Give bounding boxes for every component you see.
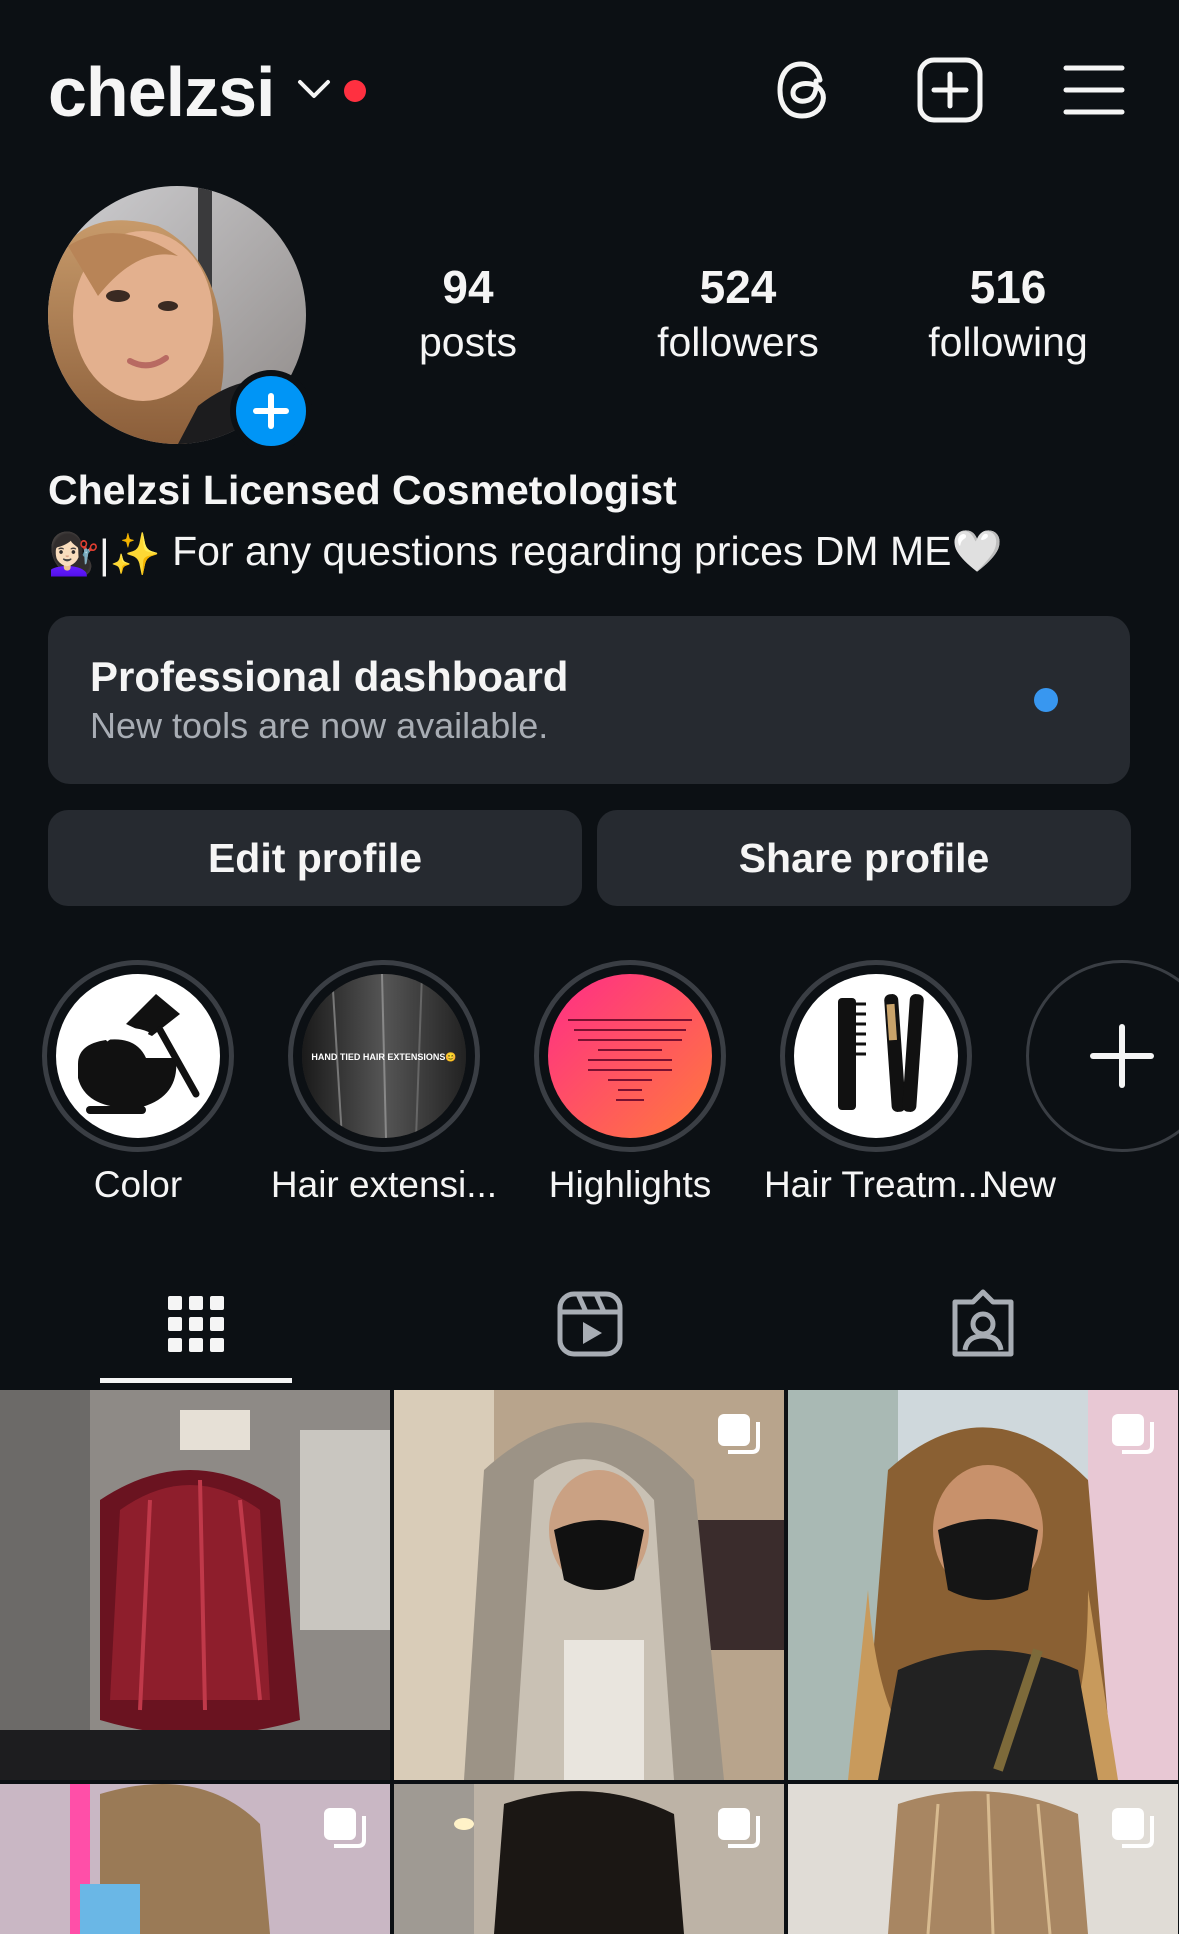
hair-extensions-photo: HAND TIED HAIR EXTENSIONS😊 [302, 974, 466, 1138]
plus-icon [1090, 1024, 1154, 1088]
post-thumbnail[interactable] [788, 1390, 1178, 1780]
following-count[interactable]: 516 following [898, 258, 1118, 368]
dashboard-title: Professional dashboard [90, 653, 569, 700]
edit-profile-button[interactable]: Edit profile [48, 810, 582, 906]
carousel-icon [718, 1808, 760, 1848]
chevron-down-icon[interactable] [296, 76, 332, 104]
profile-bio: 💇🏻‍♀️|✨ For any questions regarding pric… [48, 524, 1003, 581]
profile-username[interactable]: chelzsi [48, 52, 275, 132]
hair-dye-bowl-icon [78, 994, 200, 1114]
plus-icon [253, 393, 289, 429]
highlight-label: New [981, 1164, 1057, 1205]
bio-text: For any questions regarding prices DM ME… [160, 528, 1003, 574]
dashboard-new-dot [1034, 688, 1058, 712]
carousel-icon [718, 1414, 760, 1454]
threads-icon[interactable] [770, 54, 842, 126]
highlight-label: Highlights [548, 1164, 712, 1205]
stat-label: following [928, 319, 1088, 365]
carousel-icon [1112, 1808, 1154, 1848]
stat-value: 94 [442, 261, 494, 313]
highlight-label: Hair extensi... [270, 1164, 498, 1205]
menu-icon[interactable] [1058, 54, 1130, 126]
post-thumbnail[interactable] [788, 1784, 1178, 1934]
carousel-icon [324, 1808, 366, 1848]
post-thumbnail[interactable] [394, 1784, 784, 1934]
highlight-color[interactable] [42, 960, 234, 1152]
highlight-label: Color [93, 1164, 183, 1205]
post-thumbnail[interactable] [0, 1390, 390, 1780]
share-profile-button[interactable]: Share profile [597, 810, 1131, 906]
stat-value: 524 [699, 261, 777, 313]
highlight-highlights[interactable] [534, 960, 726, 1152]
carousel-icon [1112, 1414, 1154, 1454]
post-thumbnail[interactable] [394, 1390, 784, 1780]
comb-flat-iron-icon [838, 994, 924, 1112]
dashboard-subtitle: New tools are now available. [90, 705, 549, 746]
notification-dot [344, 80, 366, 102]
create-post-icon[interactable] [914, 54, 986, 126]
highlight-hair-treatment[interactable] [780, 960, 972, 1152]
highlight-new[interactable] [1026, 960, 1179, 1152]
post-thumbnail[interactable] [0, 1784, 390, 1934]
highlights-flyer [548, 974, 712, 1138]
followers-count[interactable]: 524 followers [628, 258, 848, 368]
posts-count[interactable]: 94 posts [358, 258, 578, 368]
add-story-button[interactable] [230, 370, 312, 452]
active-tab-indicator [100, 1378, 292, 1383]
tagged-icon[interactable] [947, 1288, 1019, 1360]
stat-label: followers [657, 319, 819, 365]
highlight-hair-extensions[interactable]: HAND TIED HAIR EXTENSIONS😊 [288, 960, 480, 1152]
highlight-cover-text: HAND TIED HAIR EXTENSIONS😊 [311, 1052, 456, 1062]
reels-icon[interactable] [554, 1288, 626, 1360]
profile-full-name: Chelzsi Licensed Cosmetologist [48, 467, 677, 513]
stat-value: 516 [969, 261, 1047, 313]
bio-emoji: 💇🏻‍♀️|✨ [48, 531, 161, 578]
grid-icon[interactable] [160, 1288, 232, 1360]
stat-label: posts [419, 319, 517, 365]
